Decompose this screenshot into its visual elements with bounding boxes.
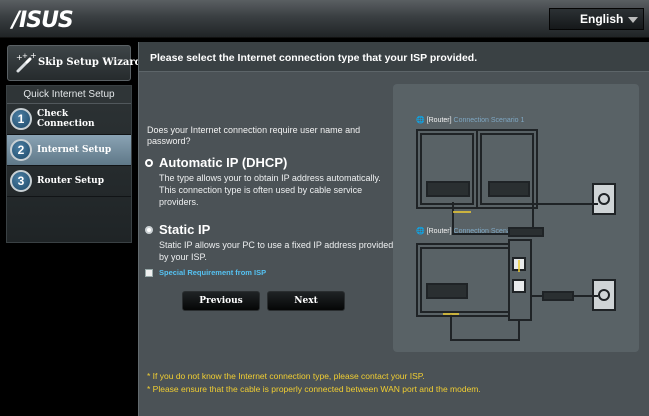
svg-text:+: + — [30, 52, 36, 60]
help-notes: * If you do not know the Internet connec… — [147, 370, 481, 396]
step-label: Router Setup — [37, 176, 105, 186]
language-select[interactable]: English — [549, 8, 644, 30]
option-title: Automatic IP (DHCP) — [159, 155, 288, 170]
skip-setup-wizard-button[interactable]: + + + Skip Setup Wizard — [7, 45, 142, 81]
step-check-connection[interactable]: 1 Check Connection — [7, 104, 131, 135]
svg-text:+: + — [22, 52, 28, 60]
sidebar: + + + Skip Setup Wizard Quick Internet S… — [0, 39, 142, 416]
setup-steps-panel: Quick Internet Setup 1 Check Connection … — [6, 85, 132, 243]
dhcp-radio[interactable] — [145, 159, 153, 167]
magic-wand-icon: + + + — [16, 52, 36, 73]
step-label-line2: Connection — [37, 119, 95, 129]
next-button[interactable]: Next — [267, 291, 345, 311]
scenario-1-illustration — [416, 129, 616, 341]
static-ip-radio[interactable] — [145, 226, 153, 234]
step-label: Internet Setup — [37, 145, 112, 155]
asus-logo: /ISUS — [12, 8, 74, 33]
skip-label: Skip Setup Wizard — [38, 57, 142, 68]
option-description: The type allows your to obtain IP addres… — [159, 173, 381, 207]
step-number-3: 3 — [10, 170, 32, 192]
step-router-setup[interactable]: 3 Router Setup — [7, 166, 131, 197]
step-label-line1: Check — [37, 109, 69, 119]
note-line-2: * Please ensure that the cable is proper… — [147, 384, 481, 394]
step-label: Check Connection — [37, 109, 95, 129]
option-description: Static IP allows your PC to use a fixed … — [159, 240, 394, 262]
chevron-down-icon[interactable] — [628, 17, 638, 23]
question-text: Does your Internet connection require us… — [147, 125, 361, 146]
step-internet-setup[interactable]: 2 Internet Setup — [7, 135, 131, 166]
special-requirement-link[interactable]: Special Requirement from ISP — [159, 268, 266, 277]
previous-button[interactable]: Previous — [182, 291, 260, 311]
main-panel: Please select the Internet connection ty… — [138, 42, 649, 416]
special-requirement-checkbox[interactable] — [145, 269, 153, 277]
step-number-1: 1 — [10, 108, 32, 130]
step-number-2: 2 — [10, 139, 32, 161]
page-title: Please select the Internet connection ty… — [139, 42, 649, 72]
connection-diagram: 🌐 [Router] Connection Scenario 1 🌐 [Rout… — [393, 84, 639, 352]
top-header: /ISUS English — [0, 0, 649, 38]
steps-title: Quick Internet Setup — [7, 86, 131, 104]
language-label: English — [580, 12, 624, 26]
option-title: Static IP — [159, 222, 211, 237]
note-line-1: * If you do not know the Internet connec… — [147, 371, 425, 381]
